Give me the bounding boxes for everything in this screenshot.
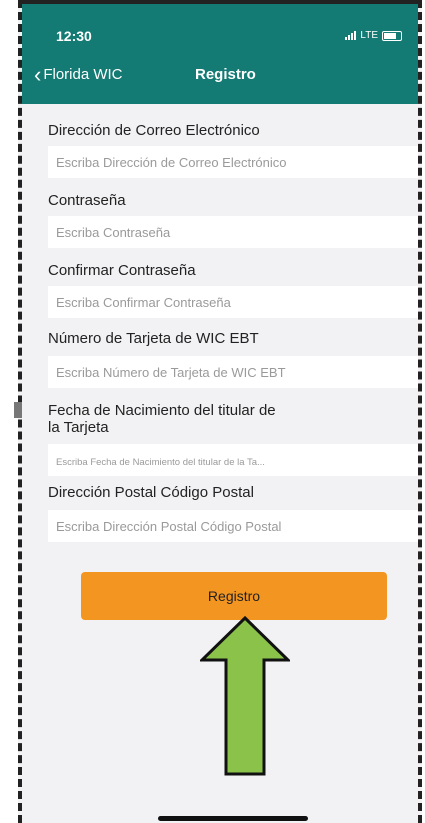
email-label: Dirección de Correo Electrónico — [48, 122, 260, 139]
status-indicators: LTE — [345, 30, 402, 41]
confirm-password-label: Confirmar Contraseña — [48, 262, 196, 279]
wic-card-label: Número de Tarjeta de WIC EBT — [48, 330, 259, 347]
carrier-label: LTE — [360, 30, 378, 41]
side-button — [14, 402, 22, 418]
back-label: Florida WIC — [43, 66, 123, 83]
birthdate-label-line2: la Tarjeta — [48, 419, 109, 436]
chevron-left-icon: ‹ — [34, 61, 42, 87]
status-time: 12:30 — [56, 28, 92, 44]
up-arrow-icon — [200, 616, 290, 776]
email-field[interactable] — [48, 146, 418, 178]
signal-icon — [345, 31, 357, 40]
postal-code-field[interactable] — [48, 510, 418, 542]
battery-icon — [382, 30, 402, 41]
wic-card-field[interactable] — [48, 356, 418, 388]
phone-screen: 12:30 LTE ‹ Florida WIC Registro Direcci… — [18, 0, 422, 823]
page-title: Registro — [195, 66, 256, 83]
password-field[interactable] — [48, 216, 418, 248]
home-indicator — [158, 816, 308, 821]
navigation-bar: 12:30 LTE ‹ Florida WIC Registro — [22, 4, 418, 104]
back-button[interactable]: ‹ Florida WIC — [34, 61, 123, 87]
postal-code-label: Dirección Postal Código Postal — [48, 484, 254, 501]
birthdate-label-line1: Fecha de Nacimiento del titular de — [48, 402, 276, 419]
password-label: Contraseña — [48, 192, 126, 209]
confirm-password-field[interactable] — [48, 286, 418, 318]
register-button[interactable]: Registro — [81, 572, 387, 620]
birthdate-field[interactable] — [48, 444, 418, 476]
